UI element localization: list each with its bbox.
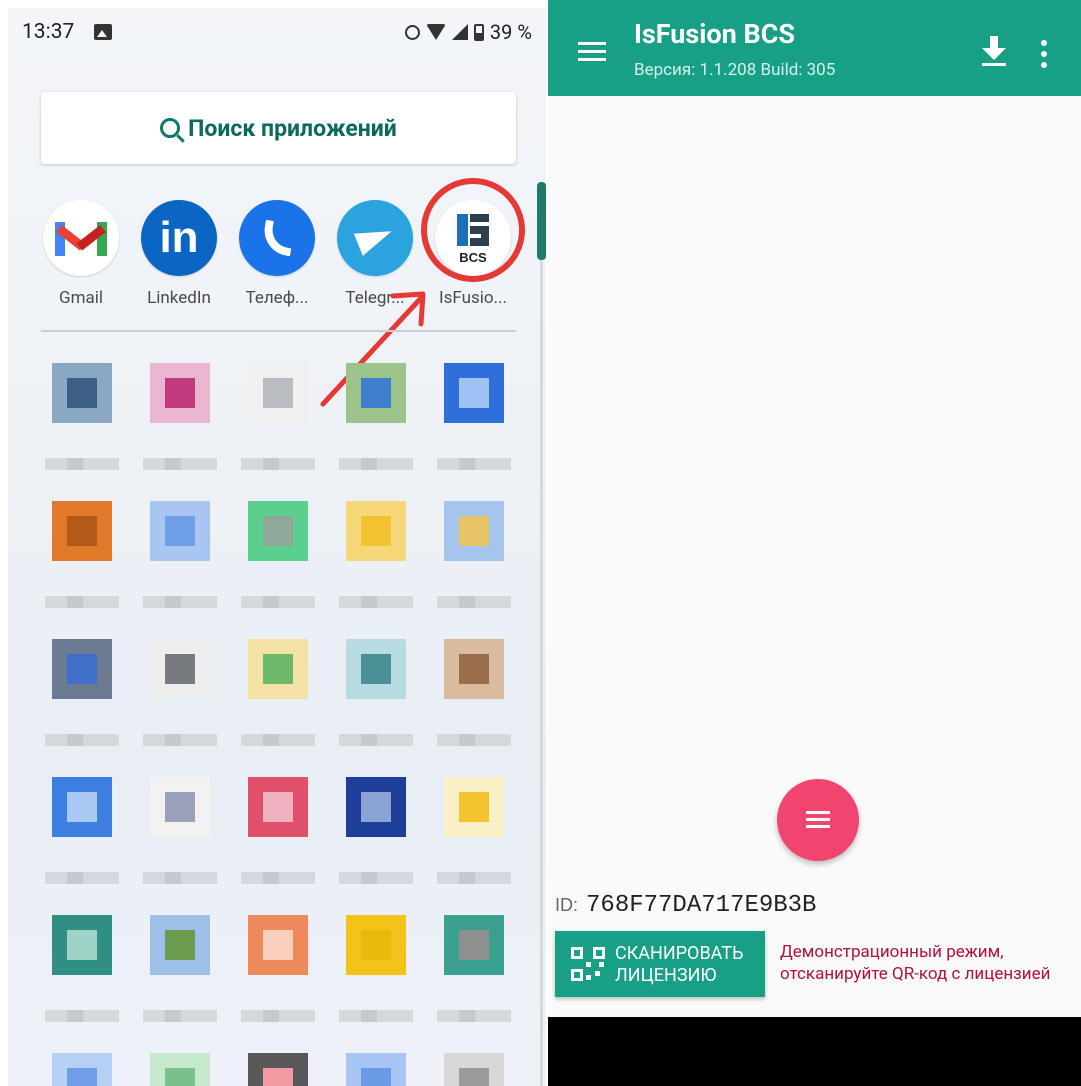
app-linkedin[interactable]: in LinkedIn [139, 200, 219, 308]
blurred-app-icon[interactable] [37, 624, 127, 714]
fab-menu-button[interactable] [777, 779, 859, 861]
hamburger-menu-icon[interactable] [578, 42, 606, 62]
navigation-bar-area [548, 1017, 1081, 1086]
scrollbar-track [540, 260, 543, 1086]
telegram-icon [337, 200, 413, 276]
highlight-circle [421, 178, 525, 282]
launcher-screen: 13:37 39 % Поиск приложений Gmail in Lin… [8, 8, 546, 1086]
blurred-app-icon[interactable] [429, 1038, 519, 1086]
blurred-app-icon[interactable] [233, 900, 323, 990]
status-bar: 13:37 39 % [8, 8, 546, 60]
isfusion-app-screen: IsFusion BCS Версия: 1.1.208 Build: 305 … [548, 0, 1081, 1086]
more-options-icon[interactable] [1041, 40, 1047, 68]
blurred-app-icon[interactable] [429, 624, 519, 714]
blurred-app-icon[interactable] [331, 624, 421, 714]
app-phone[interactable]: Телеф... [237, 200, 317, 308]
signal-icon [451, 24, 468, 40]
device-id-value: 768F77DA717E9B3B [586, 892, 817, 919]
app-bar: IsFusion BCS Версия: 1.1.208 Build: 305 [548, 0, 1081, 96]
blurred-app-icon[interactable] [135, 348, 225, 438]
demo-notice-line2: отсканируйте QR-код с лицензией [780, 964, 1051, 984]
blurred-app-icon[interactable] [37, 348, 127, 438]
blurred-app-icon[interactable] [135, 762, 225, 852]
gmail-icon [43, 200, 119, 276]
wifi-icon [425, 24, 446, 40]
alarm-icon [404, 24, 420, 40]
qr-code-icon [571, 947, 605, 981]
blurred-app-icon[interactable] [429, 348, 519, 438]
app-gmail[interactable]: Gmail [41, 200, 121, 308]
search-icon [160, 118, 181, 138]
scan-button-label-line2: ЛИЦЕНЗИЮ [615, 965, 717, 986]
blurred-app-icon[interactable] [233, 762, 323, 852]
scan-button-label-line1: СКАНИРОВАТЬ [615, 943, 744, 964]
blurred-app-icon[interactable] [429, 762, 519, 852]
status-time: 13:37 [22, 20, 75, 44]
blurred-app-icon[interactable] [331, 348, 421, 438]
blurred-app-icon[interactable] [135, 624, 225, 714]
search-label: Поиск приложений [188, 114, 397, 142]
blurred-app-icon[interactable] [331, 486, 421, 576]
blurred-app-icon[interactable] [233, 486, 323, 576]
battery-icon [473, 23, 484, 41]
battery-percent: 39 % [489, 20, 532, 44]
app-label: LinkedIn [147, 288, 211, 308]
blurred-app-icon[interactable] [135, 900, 225, 990]
app-title: IsFusion BCS [634, 18, 796, 50]
download-icon[interactable] [982, 36, 1006, 66]
demo-mode-notice: Демонстрационный режим, отсканируйте QR-… [780, 941, 1080, 985]
app-label: IsFusio... [438, 288, 508, 308]
blurred-app-icon[interactable] [37, 486, 127, 576]
demo-notice-line1: Демонстрационный режим, [780, 942, 1004, 962]
blurred-app-icon[interactable] [135, 486, 225, 576]
blurred-app-icon[interactable] [233, 348, 323, 438]
blurred-app-icon[interactable] [331, 1038, 421, 1086]
blurred-app-icon[interactable] [429, 486, 519, 576]
app-version: Версия: 1.1.208 Build: 305 [634, 60, 836, 80]
app-search-bar[interactable]: Поиск приложений [41, 92, 516, 164]
blurred-app-icon[interactable] [37, 900, 127, 990]
device-id-row: ID: 768F77DA717E9B3B [555, 892, 816, 919]
blurred-app-icon[interactable] [37, 762, 127, 852]
blurred-app-icon[interactable] [233, 624, 323, 714]
blurred-app-icon[interactable] [37, 1038, 127, 1086]
app-label: Телеф... [245, 288, 309, 308]
phone-icon [239, 200, 315, 276]
divider [41, 330, 516, 332]
blurred-app-icon[interactable] [233, 1038, 323, 1086]
scrollbar-thumb[interactable] [537, 182, 546, 260]
linkedin-icon: in [141, 200, 217, 276]
device-id-label: ID: [555, 895, 579, 915]
blurred-app-icon[interactable] [331, 762, 421, 852]
blurred-app-icon[interactable] [331, 900, 421, 990]
status-indicators: 39 % [404, 20, 532, 44]
gallery-notification-icon [94, 24, 112, 40]
scan-license-button[interactable]: СКАНИРОВАТЬ ЛИЦЕНЗИЮ [555, 931, 765, 997]
blurred-app-icon[interactable] [135, 1038, 225, 1086]
app-label: Gmail [58, 288, 103, 308]
blurred-app-icon[interactable] [429, 900, 519, 990]
